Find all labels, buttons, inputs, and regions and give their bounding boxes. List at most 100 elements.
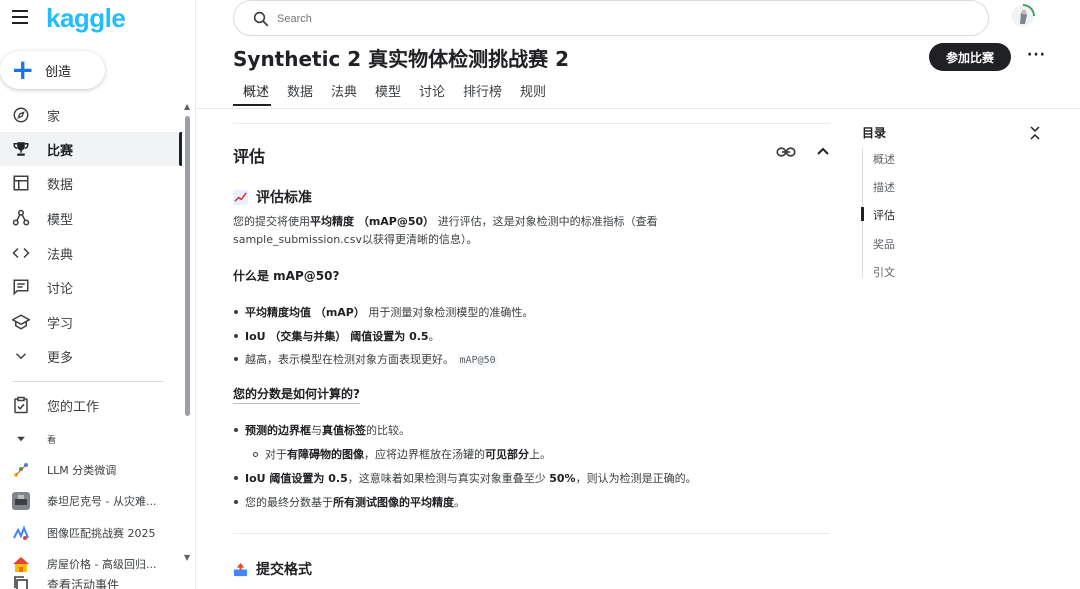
search-input[interactable] — [277, 9, 877, 29]
models-icon — [12, 209, 30, 226]
sidebar-item-label: 数据 — [47, 177, 74, 193]
toc-item-prizes[interactable]: 奖品 — [873, 236, 895, 252]
chevron-down-icon — [15, 353, 27, 360]
kaggle-logo[interactable]: kaggle — [46, 3, 126, 34]
recent-header-label: 看 — [47, 435, 57, 446]
recent-item-label: 图像匹配挑战赛 2025 — [47, 527, 156, 540]
recent-item[interactable]: 图像匹配挑战赛 2025 — [0, 520, 180, 546]
menu-icon[interactable] — [12, 10, 32, 26]
tab-models[interactable]: 模型 — [375, 81, 401, 100]
list-item-bold: 所有测试图像的平均精度 — [333, 496, 454, 509]
list-item-bold: 预测的边界框 — [245, 424, 311, 437]
tab-rules[interactable]: 规则 — [520, 81, 546, 100]
sidebar-item-label: 法典 — [47, 247, 74, 263]
list-item: 对于有障碍物的图像，应将边界框放在汤罐的可见部分上。 — [253, 446, 551, 462]
search-bar[interactable] — [233, 0, 989, 36]
toc-item-citation[interactable]: 引文 — [873, 264, 895, 280]
create-button[interactable]: + 创造 — [0, 51, 105, 89]
sidebar-item-learn[interactable]: 学习 — [0, 305, 182, 339]
intro-paragraph-line2: sample_submission.csv以获得更清晰的信息）。 — [233, 233, 478, 246]
list-item-text: ，则认为检测是正确的。 — [575, 472, 697, 485]
plus-icon: + — [11, 53, 35, 86]
sidebar-item-competitions[interactable]: 比赛 — [0, 132, 182, 166]
list-item: 平均精度均值 （mAP） 用于测量对象检测模型的准确性。 — [233, 304, 533, 320]
sidebar-item-view-activity[interactable]: 查看活动事件 — [0, 571, 180, 589]
bullet-dot — [234, 428, 238, 432]
list-item-text: 对于 — [265, 448, 287, 461]
sidebar: kaggle + 创造 家 比赛 数据 模型 法典 讨论 学习 更多 您的工作 — [0, 0, 196, 589]
recent-item-label: 房屋价格 - 高级回归... — [47, 558, 157, 571]
chart-emoji-icon — [233, 189, 248, 205]
chevron-up-icon[interactable] — [815, 144, 831, 160]
bullet-dot — [234, 500, 238, 504]
tab-code[interactable]: 法典 — [331, 81, 357, 100]
recent-item-label: 泰坦尼克号 - 从灾难... — [47, 495, 157, 508]
link-icon[interactable] — [776, 144, 796, 160]
toc-item-description[interactable]: 描述 — [873, 179, 895, 195]
bullet-dot — [234, 310, 238, 314]
criteria-heading-text: 评估标准 — [256, 190, 312, 206]
recent-thumbnail — [12, 461, 30, 479]
scroll-up-icon[interactable]: ▲ — [184, 102, 190, 111]
list-item-bold: 可见部分 — [485, 448, 529, 461]
bullet-dot — [234, 476, 238, 480]
recent-header[interactable]: 看 — [0, 426, 180, 452]
sidebar-item-code[interactable]: 法典 — [0, 236, 182, 270]
comment-icon — [13, 279, 29, 296]
list-item-text: 。 — [454, 496, 465, 509]
tab-data[interactable]: 数据 — [287, 81, 313, 100]
more-options-button[interactable]: ··· — [1027, 47, 1046, 63]
sidebar-item-your-work[interactable]: 您的工作 — [0, 388, 182, 422]
how-heading: 您的分数是如何计算的? — [233, 385, 360, 404]
sidebar-item-label: 学习 — [47, 316, 74, 332]
school-icon — [12, 314, 30, 330]
list-item: 您的最终分数基于所有测试图像的平均精度。 — [233, 494, 465, 510]
list-item-text: 越高，表示模型在检测对象方面表现更好。 — [245, 353, 454, 366]
sidebar-scrollbar[interactable] — [185, 116, 190, 416]
list-item-text: 与 — [311, 424, 322, 437]
list-item: IoU （交集与并集） 阈值设置为 0.5。 — [233, 328, 440, 344]
sidebar-item-discussions[interactable]: 讨论 — [0, 270, 182, 304]
toc-item-evaluation[interactable]: 评估 — [873, 207, 895, 223]
section-divider — [233, 533, 830, 534]
section-divider — [233, 123, 830, 124]
recent-item[interactable]: LLM 分类微调 — [0, 457, 180, 483]
tab-overview[interactable]: 概述 — [243, 81, 269, 100]
submission-heading: 提交格式 — [233, 559, 312, 579]
trophy-icon — [13, 142, 29, 156]
expand-collapse-icon[interactable] — [1029, 125, 1041, 141]
list-item-bold: IoU 阈值设置为 0.5 — [245, 472, 348, 485]
tab-leaderboard[interactable]: 排行榜 — [463, 81, 502, 100]
list-item-bold: 真值标签 — [322, 424, 366, 437]
intro-text: 您的提交将使用 — [233, 215, 310, 228]
join-competition-button[interactable]: 参加比赛 — [929, 43, 1011, 71]
tabs-divider — [196, 108, 1080, 109]
toc-item-overview[interactable]: 概述 — [873, 151, 895, 167]
what-is-heading: 什么是 mAP@50? — [233, 269, 340, 283]
list-item: 越高，表示模型在检测对象方面表现更好。 mAP@50 — [233, 351, 498, 367]
sidebar-item-label: 您的工作 — [47, 399, 100, 415]
list-item-text: 您的最终分数基于 — [245, 496, 333, 509]
list-item-text: ，应将边界框放在汤罐的 — [364, 448, 485, 461]
avatar[interactable] — [1011, 4, 1035, 28]
list-item-text: 。 — [428, 330, 440, 343]
scroll-down-icon[interactable]: ▼ — [184, 553, 190, 562]
sidebar-item-home[interactable]: 家 — [0, 98, 182, 132]
list-item-text: 上。 — [529, 448, 551, 461]
recent-item-label: LLM 分类微调 — [47, 464, 117, 477]
inline-code: mAP@50 — [457, 354, 498, 367]
active-tab-underline — [233, 104, 271, 106]
tab-discussion[interactable]: 讨论 — [419, 81, 445, 100]
view-activity-label: 查看活动事件 — [47, 577, 120, 589]
bullet-circle — [253, 452, 258, 457]
sidebar-item-label: 模型 — [47, 212, 74, 228]
sidebar-item-models[interactable]: 模型 — [0, 201, 182, 235]
copy-icon — [14, 576, 28, 589]
recent-item[interactable]: 泰坦尼克号 - 从灾难... — [0, 488, 180, 514]
list-item-bold: 平均精度均值 （mAP） — [245, 306, 365, 319]
section-title: 评估 — [233, 147, 266, 166]
sidebar-item-datasets[interactable]: 数据 — [0, 166, 182, 200]
list-item-bold: 50% — [549, 472, 576, 485]
caret-down-icon — [17, 436, 25, 442]
sidebar-item-more[interactable]: 更多 — [0, 339, 182, 373]
